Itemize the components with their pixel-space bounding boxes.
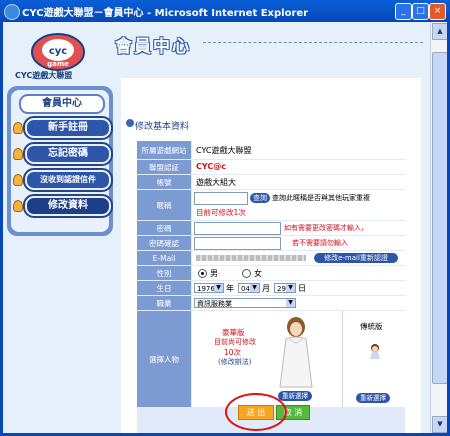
password-input[interactable] [194, 222, 281, 235]
birth-month-unit: 月 [262, 284, 270, 293]
deluxe-reselect-button[interactable]: 重新選擇 [278, 391, 312, 401]
sidebar-item-resend-verification[interactable]: 沒收到認證信件 [23, 168, 113, 192]
close-button[interactable]: × [429, 3, 446, 20]
nickname-label: 暱稱 [137, 190, 191, 220]
nickname-hint: 查詢此暱稱是否與其他玩家重複 [272, 194, 370, 202]
sidebar: 會員中心 新手註冊 忘記密碼 沒收到認證信件 修改資料 [7, 86, 113, 236]
main-panel: 修改基本資料 所屬遊戲網站 CYC遊戲大聯盟 聯盟認証 CYC@c 帳號 遊戲大… [121, 78, 421, 433]
browser-window: CYC遊戲大聯盟－會員中心 - Microsoft Internet Explo… [0, 0, 450, 436]
sidebar-item-register[interactable]: 新手註冊 [23, 116, 113, 140]
group-value: CYC@c [196, 162, 226, 171]
account-label: 帳號 [137, 175, 191, 189]
birthday-cell: 1976 ▼ 年 04 ▼ 月 29 ▼ 日 [192, 281, 405, 295]
ie-icon [4, 4, 20, 20]
deluxe-character-avatar [279, 317, 313, 388]
birth-month-value: 04 [241, 285, 250, 293]
section-icon [126, 119, 134, 127]
birth-day-select[interactable]: 29 ▼ [274, 283, 296, 293]
email-label: E-Mail [137, 251, 191, 265]
highlight-circle [225, 393, 287, 431]
password-confirm-cell: 若不需要請勿輸入 [192, 236, 405, 250]
birth-year-select[interactable]: 1976 ▼ [194, 283, 224, 293]
chevron-down-icon: ▼ [250, 284, 259, 292]
deluxe-remaining-text: 目前尚可修改 [214, 338, 256, 346]
occupation-value: 資訊服務業 [197, 300, 232, 308]
birth-day-value: 29 [277, 285, 286, 293]
password-hint: 如有需要更改密碼才輸入， [284, 224, 368, 232]
section-title: 修改基本資料 [135, 122, 190, 132]
password-cell: 如有需要更改密碼才輸入， [192, 221, 405, 235]
title-bar: CYC遊戲大聯盟－會員中心 - Microsoft Internet Explo… [0, 0, 450, 22]
account-value: 遊戲大組大 [196, 178, 236, 187]
nickname-input[interactable] [194, 192, 248, 205]
vertical-scrollbar[interactable]: ▲ ▼ [430, 22, 448, 433]
password-confirm-hint: 若不需要請勿輸入 [292, 239, 348, 247]
window-border-left [0, 22, 3, 436]
birth-month-select[interactable]: 04 ▼ [238, 283, 260, 293]
maximize-button[interactable]: □ [412, 3, 429, 20]
title-divider [203, 42, 423, 43]
classic-reselect-button[interactable]: 重新選擇 [356, 393, 390, 403]
occupation-cell: 資訊服務業 ▼ [192, 296, 405, 310]
site-value: CYC遊戲大聯盟 [196, 146, 252, 155]
bulb-icon [13, 148, 23, 160]
character-label: 選擇人物 [137, 311, 191, 407]
account-cell: 遊戲大組大 [192, 175, 405, 189]
gender-male-radio[interactable] [198, 269, 207, 278]
character-divider [342, 311, 343, 407]
chevron-down-icon: ▼ [286, 299, 295, 307]
scroll-up-icon[interactable]: ▲ [432, 23, 448, 40]
group-label: 聯盟認証 [137, 160, 191, 174]
bulb-icon [13, 200, 23, 212]
site-cell: CYC遊戲大聯盟 [192, 141, 405, 159]
chevron-down-icon: ▼ [214, 284, 223, 292]
gender-label: 性別 [137, 266, 191, 280]
email-cell: 修改e-mail重新認證 [192, 251, 405, 265]
chevron-down-icon: ▼ [286, 284, 295, 292]
scroll-down-icon[interactable]: ▼ [432, 416, 448, 433]
bulb-icon [13, 122, 23, 134]
gender-male-label: 男 [210, 269, 218, 278]
nickname-cell: 查詢 查詢此暱稱是否與其他玩家重複 目前可修改1次 [192, 190, 405, 220]
gender-female-radio[interactable] [242, 269, 251, 278]
birthday-label: 生日 [137, 281, 191, 295]
deluxe-rules-link[interactable]: (修改辦法) [218, 357, 251, 367]
password-confirm-label: 密碼確認 [137, 236, 191, 250]
profile-form: 所屬遊戲網站 CYC遊戲大聯盟 聯盟認証 CYC@c 帳號 遊戲大組大 暱稱 查… [137, 141, 405, 433]
sidebar-item-forgot-password[interactable]: 忘記密碼 [23, 142, 113, 166]
birth-year-value: 1976 [197, 285, 215, 293]
logo-text: CYC遊戲大聯盟 [15, 71, 73, 80]
occupation-label: 職業 [137, 296, 191, 310]
page-content: cyc game CYC遊戲大聯盟 會員中心 會員中心 新手註冊 忘記密碼 沒收… [3, 22, 430, 433]
sidebar-inner: 會員中心 新手註冊 忘記密碼 沒收到認證信件 修改資料 [11, 90, 113, 232]
password-confirm-input[interactable] [194, 237, 281, 250]
site-label: 所屬遊戲網站 [137, 141, 191, 159]
nickname-check-button[interactable]: 查詢 [250, 193, 270, 203]
gender-female-label: 女 [254, 269, 262, 278]
page-title: 會員中心 [115, 37, 191, 57]
bulb-icon [13, 174, 23, 186]
sidebar-title: 會員中心 [19, 94, 105, 114]
svg-text:game: game [47, 60, 69, 68]
nickname-remaining: 目前可修改1次 [196, 208, 246, 217]
sidebar-item-edit-profile[interactable]: 修改資料 [23, 194, 113, 218]
occupation-select[interactable]: 資訊服務業 ▼ [194, 298, 296, 308]
email-reverify-button[interactable]: 修改e-mail重新認證 [314, 253, 398, 263]
character-cell: 豪華版 目前尚可修改 10次 (修改辦法) 重新選擇 傳統版 重新選擇 [192, 311, 405, 407]
email-value-redacted [196, 255, 306, 261]
classic-title: 傳統版 [360, 322, 383, 331]
classic-character-avatar [370, 344, 380, 359]
gender-cell: 男 女 [192, 266, 405, 280]
scroll-thumb[interactable] [432, 52, 448, 384]
svg-text:cyc: cyc [49, 46, 67, 57]
minimize-button[interactable]: _ [395, 3, 412, 20]
password-label: 密碼 [137, 221, 191, 235]
window-title: CYC遊戲大聯盟－會員中心 - Microsoft Internet Explo… [22, 8, 309, 19]
group-cell: CYC@c [192, 160, 405, 174]
birth-day-unit: 日 [298, 284, 306, 293]
birth-year-unit: 年 [226, 284, 234, 293]
